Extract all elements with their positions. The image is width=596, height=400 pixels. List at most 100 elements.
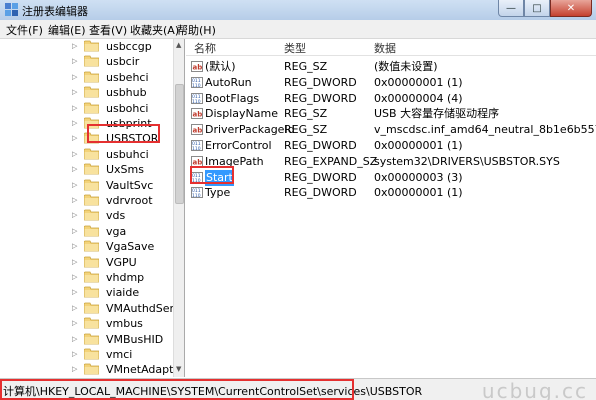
minimize-button[interactable]: — [498,0,524,17]
tree-scrollbar[interactable]: ▲ ▼ [173,39,184,377]
folder-icon [84,333,99,344]
close-button[interactable]: ✕ [550,0,592,17]
folder-icon [84,179,99,190]
folder-icon [84,271,99,283]
folder-icon [84,55,99,67]
value-name: Type [205,186,231,200]
tree-item-label: vga [106,224,127,238]
value-row[interactable]: ab ImagePath REG_EXPAND_SZ system32\DRIVERS… [186,154,596,170]
start-highlight-box [190,166,234,184]
title-bar[interactable]: 注册表编辑器 — □ ✕ [0,0,596,20]
expand-arrow-icon[interactable]: ▷ [72,54,80,69]
expand-arrow-icon[interactable]: ▷ [72,193,80,208]
value-data: v_mscdsc.inf_amd64_neutral_8b1e6b55729c3… [374,123,596,137]
folder-icon [84,86,99,98]
value-name: AutoRun [205,75,252,89]
registry-editor-window: 注册表编辑器 — □ ✕ 文件(F) 编辑(E) 查看(V) 收藏夹(A) 帮助… [0,0,596,400]
value-type: REG_EXPAND_SZ [284,154,378,168]
menu-favorites[interactable]: 收藏夹(A) [130,22,179,38]
binary-value-icon: 011110 [191,76,203,88]
folder-icon [84,102,99,113]
column-header-type[interactable]: 类型 [284,40,306,56]
value-type: REG_SZ [284,60,328,73]
expand-arrow-icon[interactable]: ▷ [72,301,80,316]
expand-arrow-icon[interactable]: ▷ [72,208,80,223]
tree-item-label: vmci [106,348,133,361]
tree-item-label: vdrvroot [106,194,153,207]
scroll-down-arrow-icon[interactable]: ▼ [176,365,181,373]
expand-arrow-icon[interactable]: ▷ [72,162,80,177]
status-bar: 计算机\HKEY_LOCAL_MACHINE\SYSTEM\CurrentCon… [0,378,596,400]
expand-arrow-icon[interactable]: ▷ [72,131,80,146]
value-type: REG_DWORD [284,186,357,200]
expand-arrow-icon[interactable]: ▷ [72,178,80,193]
expand-arrow-icon[interactable]: ▷ [72,224,80,239]
string-value-icon: ab [191,124,203,136]
menu-bar: 文件(F) 编辑(E) 查看(V) 收藏夹(A) 帮助(H) [0,20,596,39]
expand-arrow-icon[interactable]: ▷ [72,255,80,270]
usbstor-highlight-box [87,124,160,143]
expand-arrow-icon[interactable]: ▷ [72,285,80,300]
values-pane[interactable]: 名称 类型 数据 ab (默认) REG_SZ (数值未设置) 011 110 AutoRu… [186,39,596,377]
folder-icon [84,40,99,52]
value-row[interactable]: 011 110 Type REG_DWORD 0x00000001 (1) [186,185,596,201]
expand-arrow-icon[interactable]: ▷ [72,39,80,54]
value-row[interactable]: ab DriverPackageId REG_SZ v_mscdsc.inf_amd6… [186,122,596,138]
expand-arrow-icon[interactable]: ▷ [72,101,80,116]
expand-arrow-icon[interactable]: ▷ [72,70,80,85]
expand-arrow-icon[interactable]: ▷ [72,239,80,254]
tree-scroll-thumb[interactable] [175,84,184,204]
value-data: 0x00000001 (1) [374,186,463,200]
value-data: 0x00000004 (4) [374,91,463,105]
expand-arrow-icon[interactable]: ▷ [72,116,80,131]
svg-text:110: 110 [192,193,201,198]
column-header-name[interactable]: 名称 [194,40,216,56]
value-data: (数值未设置) [374,60,438,73]
value-name: DriverPackageId [205,123,295,137]
value-name: BootFlags [205,91,260,105]
folder-icon [84,194,99,206]
value-row[interactable]: 011 110 AutoRun REG_DWORD 0x00000001 (1) [186,75,596,91]
expand-arrow-icon[interactable]: ▷ [72,147,80,162]
menu-help[interactable]: 帮助(H) [177,22,216,38]
menu-edit[interactable]: 编辑(E) [48,22,86,38]
tree-item-label: usbuhci [106,147,149,161]
folder-icon [84,363,99,375]
expand-arrow-icon[interactable]: ▷ [72,347,80,362]
window-controls: — □ ✕ [498,0,592,18]
expand-arrow-icon[interactable]: ▷ [72,270,80,285]
value-row[interactable]: 011 110 BootFlags REG_DWORD 0x00000004 (4) [186,91,596,107]
folder-icon [84,240,99,252]
string-value-icon: ab [191,61,203,72]
folder-icon [84,348,99,360]
expand-arrow-icon[interactable]: ▷ [72,332,80,347]
folder-icon [84,163,99,175]
value-type: REG_DWORD [284,139,357,152]
folder-icon [84,209,99,221]
maximize-button[interactable]: □ [524,0,550,17]
folder-icon [84,148,99,160]
tree-item-label: usbohci [106,101,149,115]
column-header-data[interactable]: 数据 [374,40,396,56]
scroll-up-arrow-icon[interactable]: ▲ [176,41,181,49]
tree-item-label: UxSms [106,163,144,177]
values-column-header: 名称 类型 数据 [186,39,596,56]
tree-item-label: VMnetAdapte [106,363,181,377]
svg-text:ab: ab [193,127,203,135]
tree-item-label: VGPU [106,255,137,269]
expand-arrow-icon[interactable]: ▷ [72,316,80,331]
status-path-highlight-box [0,379,354,400]
menu-view[interactable]: 查看(V) [89,22,127,38]
key-tree-pane[interactable]: ▷ usbccgp ▷ usbcir ▷ usbehci ▷ usbhub ▷ usbohci ▷ u… [0,39,185,377]
value-data: USB 大容量存储驱动程序 [374,107,500,121]
value-row[interactable]: 011 110 ErrorControl REG_DWORD 0x00000001 (1… [186,138,596,154]
svg-text:ab: ab [193,111,203,119]
value-row[interactable]: ab DisplayName REG_SZ USB 大容量存储驱动程序 [186,106,596,122]
value-name: (默认) [205,60,236,73]
menu-file[interactable]: 文件(F) [6,22,43,38]
expand-arrow-icon[interactable]: ▷ [72,85,80,100]
folder-icon [84,225,99,237]
value-row[interactable]: 011 110 Start REG_DWORD 0x00000003 (3) [186,169,596,186]
expand-arrow-icon[interactable]: ▷ [72,362,80,377]
value-row[interactable]: ab (默认) REG_SZ (数值未设置) [186,59,596,75]
